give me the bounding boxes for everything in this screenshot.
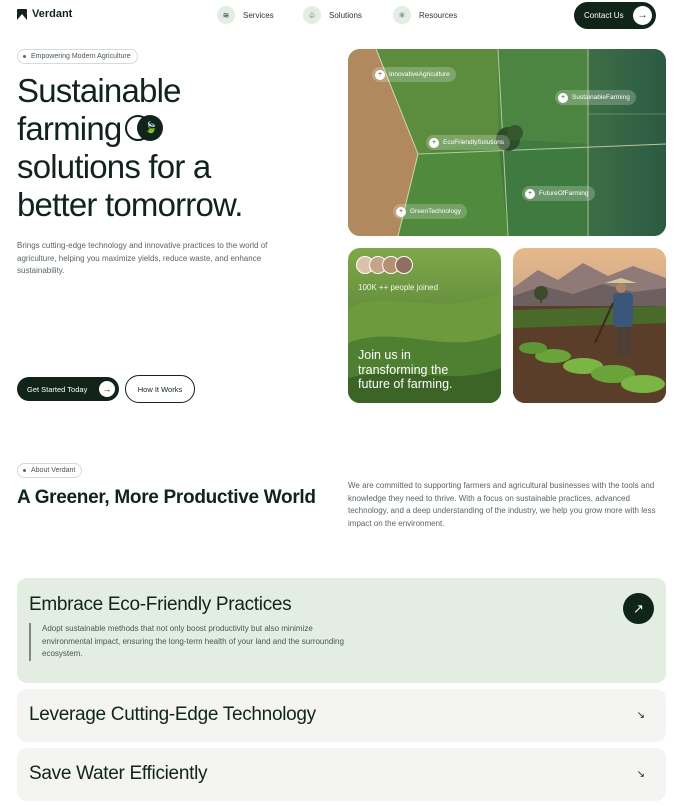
get-started-label: Get Started Today [27, 384, 88, 394]
plant-icon: ♧ [303, 6, 321, 24]
join-community-card: 100K ++ people joined Join us in transfo… [348, 248, 501, 403]
avatar [395, 256, 413, 274]
nav-link-label: Resources [419, 10, 458, 20]
layers-icon: ≋ [217, 6, 235, 24]
aerial-tag[interactable]: + SustainableFarming [555, 90, 636, 105]
plus-icon: + [396, 206, 406, 217]
about-badge-label: About Verdant [31, 467, 76, 474]
how-it-works-label: How It Works [137, 384, 183, 394]
atom-icon: ⚛ [393, 6, 411, 24]
arrow-down-right-icon[interactable]: ↘ [637, 769, 645, 780]
accordion-title: Leverage Cutting-Edge Technology [29, 704, 316, 725]
nav-link-label: Solutions [329, 10, 362, 20]
arrow-right-icon: → [99, 381, 115, 397]
accordion-item-eco-friendly[interactable]: Embrace Eco-Friendly Practices Adopt sus… [17, 578, 666, 683]
dot-icon [23, 55, 26, 58]
brand-name: Verdant [32, 8, 73, 20]
hero-title: Sustainable farming 🍃 solutions for a bet… [17, 72, 317, 224]
aerial-tag[interactable]: + FutureOfFarming [522, 186, 595, 201]
farmer-photo [513, 248, 666, 403]
plus-icon: + [558, 92, 568, 103]
accordion-title: Save Water Efficiently [29, 763, 208, 784]
arrow-down-right-icon[interactable]: ↘ [637, 710, 645, 721]
plus-icon: + [525, 188, 535, 199]
accordion-item-water[interactable]: Save Water Efficiently ↘ [17, 748, 666, 801]
accordion-item-technology[interactable]: Leverage Cutting-Edge Technology ↘ [17, 689, 666, 742]
logo-icon [17, 8, 27, 20]
aerial-tag-label: FutureOfFarming [539, 190, 589, 197]
aerial-tag[interactable]: + EcoFriendlySolutions [426, 135, 511, 150]
about-badge: About Verdant [17, 463, 83, 478]
contact-us-button[interactable]: Contact Us → [574, 2, 656, 29]
nav-link-solutions[interactable]: ♧ Solutions [303, 6, 362, 24]
get-started-button[interactable]: Get Started Today → [17, 377, 119, 401]
hero-title-line: better tomorrow. [17, 186, 243, 223]
nav-link-resources[interactable]: ⚛ Resources [393, 6, 457, 24]
contact-us-label: Contact Us [584, 11, 624, 20]
about-title: A Greener, More Productive World [17, 487, 316, 508]
about-description: We are committed to supporting farmers a… [348, 481, 656, 529]
aerial-tag-label: GreenTechnology [410, 208, 461, 215]
accordion-description: Adopt sustainable methods that not only … [29, 623, 349, 661]
arrow-right-icon: → [633, 6, 652, 25]
plus-icon: + [375, 69, 385, 80]
how-it-works-button[interactable]: How It Works [125, 375, 195, 403]
accordion-title: Embrace Eco-Friendly Practices [29, 594, 292, 615]
aerial-farm-image: + InnovativeAgriculture + SustainableFar… [348, 49, 666, 236]
hero-title-line: farming [17, 110, 122, 147]
hero-title-line: Sustainable [17, 72, 181, 109]
hero-badge: Empowering Modern Agriculture [17, 49, 138, 64]
plus-icon: + [429, 137, 439, 148]
nav-link-label: Services [243, 10, 274, 20]
aerial-tag-label: SustainableFarming [572, 94, 630, 101]
hero-badge-label: Empowering Modern Agriculture [31, 53, 131, 60]
joined-count: 100K ++ people joined [358, 283, 439, 292]
join-heading: Join us in transforming the future of fa… [358, 348, 453, 391]
hero-title-line: solutions for a [17, 148, 211, 185]
hero-description: Brings cutting-edge technology and innov… [17, 241, 268, 275]
arrow-up-right-icon[interactable]: ↗ [623, 593, 654, 624]
top-nav: Verdant ≋ Services ♧ Solutions ⚛ Resourc… [0, 0, 682, 32]
aerial-tag[interactable]: + InnovativeAgriculture [372, 67, 456, 82]
aerial-tag[interactable]: + GreenTechnology [393, 204, 467, 219]
brand-logo[interactable]: Verdant [17, 8, 72, 20]
leaf-toggle-icon: 🍃 [125, 115, 164, 142]
nav-link-services[interactable]: ≋ Services [217, 6, 274, 24]
aerial-tag-label: InnovativeAgriculture [389, 71, 450, 78]
avatar-group [356, 256, 413, 274]
farmer-field-illustration [513, 248, 666, 403]
aerial-tag-label: EcoFriendlySolutions [443, 139, 505, 146]
dot-icon [23, 469, 26, 472]
